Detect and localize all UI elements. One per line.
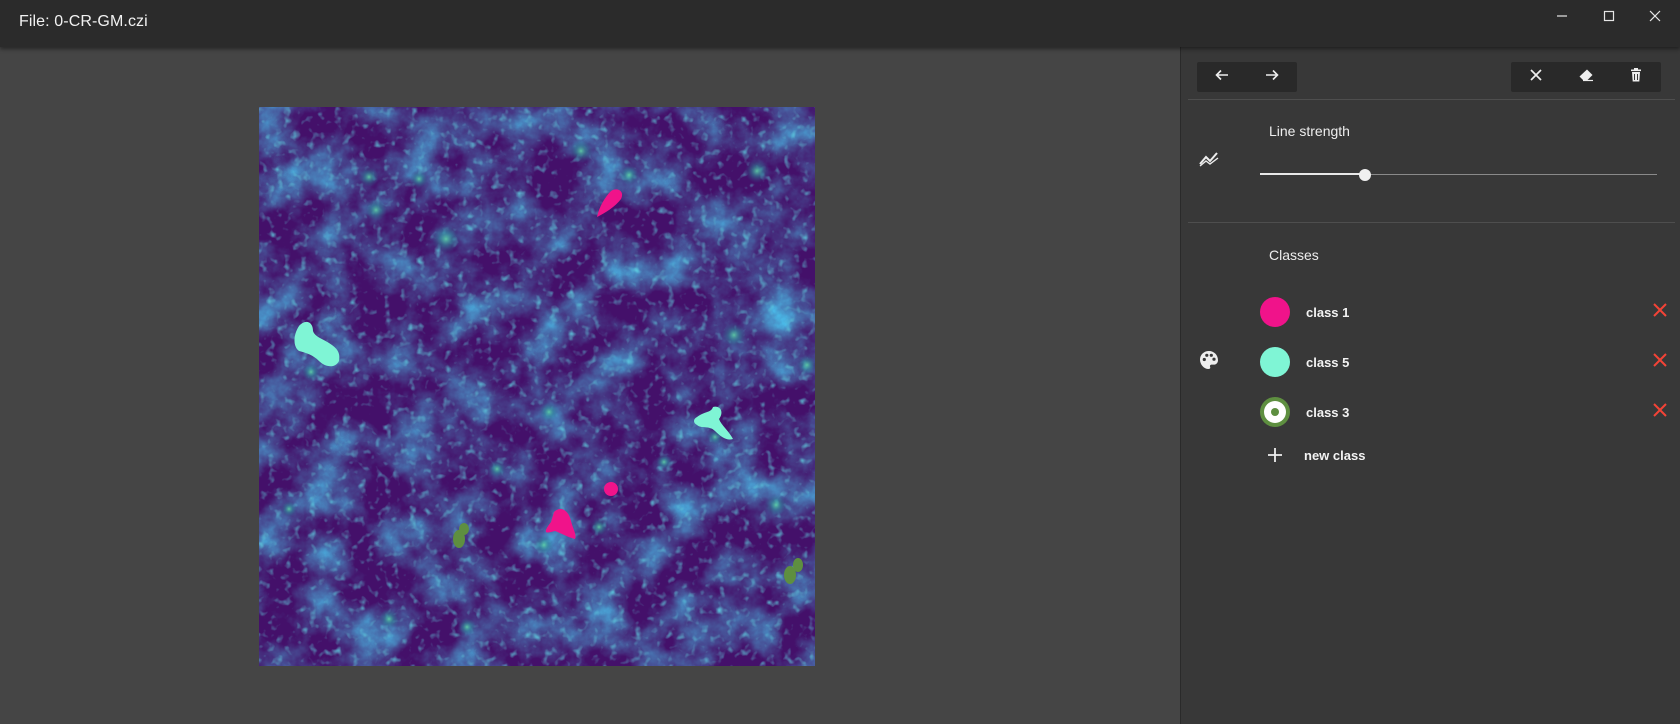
line-strength-slider[interactable] <box>1260 165 1657 185</box>
divider <box>1188 99 1675 100</box>
workspace <box>0 47 1180 724</box>
class-color-swatch[interactable] <box>1260 347 1290 377</box>
class-row: class 1 <box>1260 294 1670 330</box>
close-icon <box>1653 352 1667 372</box>
title-bar: File: 0-CR-GM.czi <box>0 0 1680 47</box>
close-icon <box>1653 402 1667 422</box>
delete-icon <box>1630 67 1642 87</box>
remove-class-button[interactable] <box>1650 402 1670 422</box>
eraser-button[interactable] <box>1561 62 1611 92</box>
class-color-swatch[interactable] <box>1260 297 1290 327</box>
image-canvas[interactable] <box>259 107 815 666</box>
new-class-label: new class <box>1304 447 1366 463</box>
palette-icon <box>1198 349 1220 371</box>
remove-class-button[interactable] <box>1650 352 1670 372</box>
annotation-toolbar <box>1511 62 1661 92</box>
selected-dot <box>1271 408 1279 416</box>
slider-thumb[interactable] <box>1359 169 1372 181</box>
close-window-button[interactable] <box>1637 4 1673 28</box>
minimize-icon <box>1556 10 1568 22</box>
minimize-button[interactable] <box>1544 4 1580 28</box>
redo-arrow-icon <box>1265 68 1279 87</box>
class-name[interactable]: class 5 <box>1306 355 1349 370</box>
line-chart-icon <box>1198 148 1220 170</box>
slider-fill <box>1260 173 1366 175</box>
clear-icon <box>1530 68 1542 86</box>
close-icon <box>1653 302 1667 322</box>
selected-ring <box>1264 401 1286 423</box>
undo-button[interactable] <box>1197 62 1247 92</box>
class-name[interactable]: class 1 <box>1306 305 1349 320</box>
maximize-button[interactable] <box>1591 4 1627 28</box>
clear-selection-button[interactable] <box>1511 62 1561 92</box>
history-toolbar <box>1197 62 1297 92</box>
plus-icon <box>1260 443 1290 467</box>
side-panel: Line strength Classes class 1 class 5 cl <box>1180 47 1680 724</box>
redo-button[interactable] <box>1247 62 1297 92</box>
class-name[interactable]: class 3 <box>1306 405 1349 420</box>
new-class-button[interactable]: new class <box>1260 443 1365 467</box>
class-color-swatch-selected[interactable] <box>1260 397 1290 427</box>
line-strength-label: Line strength <box>1269 123 1350 139</box>
divider <box>1188 222 1675 223</box>
maximize-icon <box>1603 10 1615 22</box>
eraser-icon <box>1578 68 1594 87</box>
class-row: class 3 <box>1260 394 1670 430</box>
classes-label: Classes <box>1269 247 1319 263</box>
remove-class-button[interactable] <box>1650 302 1670 322</box>
window-title: File: 0-CR-GM.czi <box>19 13 148 30</box>
undo-arrow-icon <box>1215 68 1229 87</box>
close-icon <box>1649 10 1661 22</box>
class-row: class 5 <box>1260 344 1670 380</box>
delete-all-button[interactable] <box>1611 62 1661 92</box>
